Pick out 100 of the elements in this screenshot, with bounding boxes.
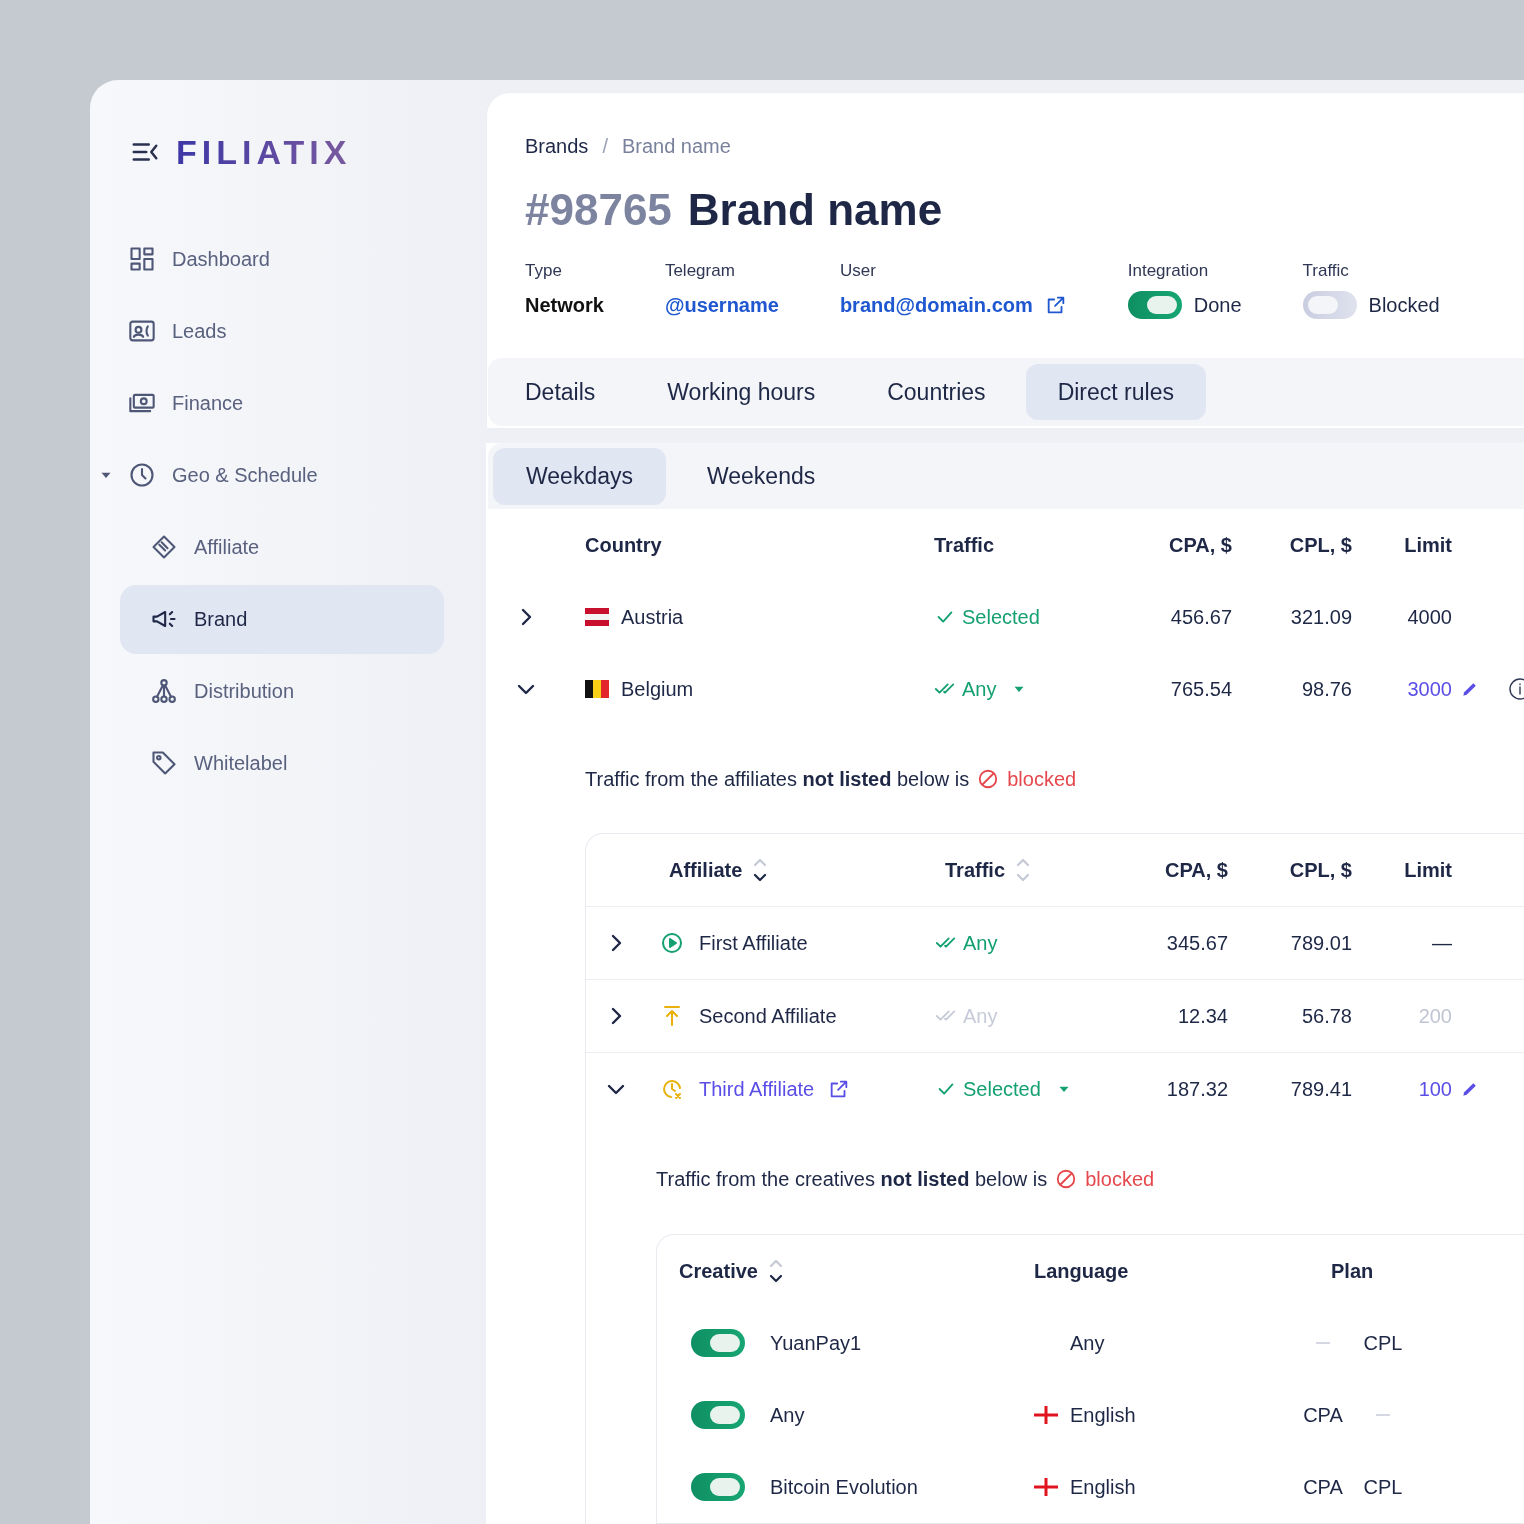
table-cell: 187.32 xyxy=(1166,1077,1228,1101)
column-header: CPA, $ xyxy=(1165,858,1228,882)
breadcrumb-separator: / xyxy=(602,134,608,158)
language-label: English xyxy=(1070,1475,1136,1499)
nav-item[interactable]: Leads xyxy=(120,296,444,366)
toggle-switch[interactable] xyxy=(1302,291,1357,319)
toggle-switch[interactable] xyxy=(691,1329,745,1357)
page-title: Brand name xyxy=(687,184,943,236)
blocked-icon xyxy=(1055,1168,1078,1190)
table-cell: 12.34 xyxy=(1177,1004,1228,1028)
clock-icon xyxy=(128,461,156,489)
field-label: Telegram xyxy=(664,261,736,281)
dashboard-icon xyxy=(128,245,156,273)
limit-value: — xyxy=(1432,931,1452,955)
tab[interactable]: Countries xyxy=(855,364,1018,420)
nav-item[interactable]: Finance xyxy=(120,368,444,438)
language-label: English xyxy=(1070,1403,1136,1427)
plan-label: CPA xyxy=(1303,1403,1343,1427)
table-cell: 456.67 xyxy=(1170,605,1232,629)
column-header: CPL, $ xyxy=(1289,858,1352,882)
telegram-link[interactable]: @username xyxy=(664,293,779,317)
flag-icon xyxy=(585,680,609,698)
nav-item[interactable]: Whitelabel xyxy=(120,728,444,798)
column-header: CPA, $ xyxy=(1169,533,1232,557)
table-cell: 789.01 xyxy=(1290,931,1352,955)
traffic-status: Selected xyxy=(962,605,1040,629)
column-header: CPL, $ xyxy=(1289,533,1352,557)
diamond-icon xyxy=(150,533,178,561)
nav-item[interactable]: Affiliate xyxy=(120,512,444,582)
field-label: Type xyxy=(525,261,563,281)
empty-dash xyxy=(1316,1342,1330,1344)
column-header: Traffic xyxy=(945,858,1006,882)
column-header: Traffic xyxy=(934,533,995,557)
status-text: blocked xyxy=(1007,767,1077,791)
table-cell: 56.78 xyxy=(1301,1004,1352,1028)
traffic-dropdown[interactable]: Selected xyxy=(935,1077,1073,1101)
note-text: Traffic from the affiliates not listed below is xyxy=(585,767,970,791)
tab[interactable]: Details xyxy=(493,364,628,420)
blocked-icon xyxy=(977,768,1000,790)
affiliate-name: First Affiliate xyxy=(699,931,808,955)
flag-icon xyxy=(1034,1478,1058,1496)
limit-value: 200 xyxy=(1418,1004,1452,1028)
toggle-label: Blocked xyxy=(1368,293,1440,317)
plan-label: CPL xyxy=(1363,1331,1403,1355)
affiliate-link[interactable]: Third Affiliate xyxy=(699,1077,815,1101)
table-cell: 98.76 xyxy=(1301,677,1352,701)
plan-label: CPA xyxy=(1303,1475,1343,1499)
tab[interactable]: Weekdays xyxy=(493,447,666,505)
nodes-icon xyxy=(150,677,178,705)
tag-icon xyxy=(150,749,178,777)
traffic-status: Any xyxy=(963,931,998,955)
flag-icon xyxy=(585,608,609,626)
nav-item[interactable]: Geo & Schedule xyxy=(120,440,444,510)
table-cell: 345.67 xyxy=(1166,931,1228,955)
affiliate-name: Second Affiliate xyxy=(699,1004,837,1028)
column-header: Affiliate xyxy=(669,858,743,882)
brand-id: #98765 xyxy=(525,184,672,236)
field-label: User xyxy=(839,261,877,281)
traffic-status: Selected xyxy=(963,1077,1041,1101)
toggle-label: Done xyxy=(1193,293,1242,317)
tab[interactable]: Weekends xyxy=(673,447,849,505)
traffic-dropdown[interactable]: Any xyxy=(934,677,1029,701)
nav-item[interactable]: Brand xyxy=(120,584,444,654)
creative-name: YuanPay1 xyxy=(770,1331,862,1355)
empty-dash xyxy=(1376,1414,1390,1416)
column-header: Creative xyxy=(679,1259,758,1283)
country-name: Austria xyxy=(621,605,684,629)
column-header: Limit xyxy=(1404,533,1452,557)
creative-name: Bitcoin Evolution xyxy=(770,1475,918,1499)
table-cell: 765.54 xyxy=(1170,677,1232,701)
table-cell: 321.09 xyxy=(1290,605,1352,629)
toggle-switch[interactable] xyxy=(691,1401,745,1429)
column-header: Language xyxy=(1034,1259,1129,1283)
nav-item[interactable]: Distribution xyxy=(120,656,444,726)
toggle-switch[interactable] xyxy=(691,1473,745,1501)
email-link[interactable]: brand@domain.com xyxy=(839,293,1033,317)
traffic-status: Any xyxy=(962,677,997,701)
limit-value: 4000 xyxy=(1407,605,1452,629)
field-label: Integration xyxy=(1127,261,1210,281)
note-text: Traffic from the creatives not listed below is xyxy=(656,1167,1048,1191)
flag-icon xyxy=(1034,1406,1058,1424)
breadcrumb-link[interactable]: Brand name xyxy=(621,134,731,158)
breadcrumb-link[interactable]: Brands xyxy=(525,134,589,158)
column-header: Country xyxy=(585,533,662,557)
tab[interactable]: Direct rules xyxy=(1025,364,1206,420)
field-value: Network xyxy=(525,293,604,317)
tab[interactable]: Working hours xyxy=(635,364,848,420)
column-header: Plan xyxy=(1331,1259,1374,1283)
traffic-status: Any xyxy=(963,1004,998,1028)
table-cell: 789.41 xyxy=(1290,1077,1352,1101)
field-label: Traffic xyxy=(1302,261,1350,281)
limit-value: 3000 xyxy=(1407,677,1452,701)
creative-name: Any xyxy=(770,1403,805,1427)
status-text: blocked xyxy=(1085,1167,1155,1191)
toggle-switch[interactable] xyxy=(1127,291,1182,319)
country-name: Belgium xyxy=(621,677,694,701)
plan-label: CPL xyxy=(1363,1475,1403,1499)
column-header: Limit xyxy=(1404,858,1452,882)
language-label: Any xyxy=(1070,1331,1105,1355)
nav-item[interactable]: Dashboard xyxy=(120,224,444,294)
